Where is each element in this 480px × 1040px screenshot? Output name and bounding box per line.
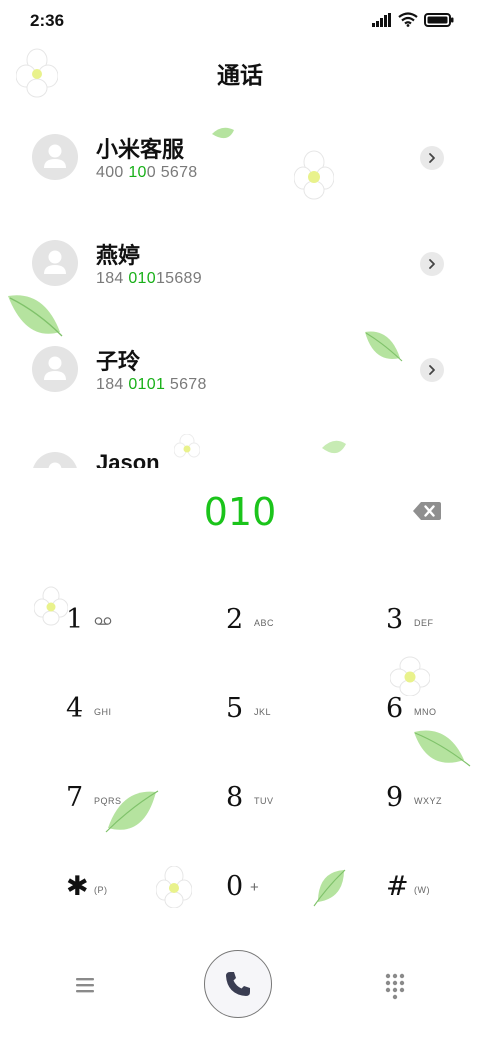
chevron-right-icon (429, 259, 435, 269)
contact-detail-button[interactable] (420, 252, 444, 276)
key-letters: PQRS (94, 796, 122, 806)
dial-display: 010 (0, 486, 480, 546)
key-digit: 9 (386, 782, 404, 813)
key-9[interactable]: 9 WXYZ (320, 754, 480, 843)
number-segment: 5678 (165, 376, 207, 393)
key-letters: WXYZ (414, 796, 442, 806)
key-letters: (P) (94, 885, 108, 895)
keypad: 1 2 ABC 3 DEF 4 GHI 5 JKL 6 MNO 7 PQRS 8 TUV 9 WXYZ ✱ (P) 0… (0, 576, 480, 932)
contact-list: 小米客服 400 100 5678 燕婷 184 01015689 子玲 184 0101… (0, 108, 480, 468)
key-5[interactable]: 5 JKL (160, 665, 320, 754)
key-digit: # (386, 871, 409, 902)
contact-detail-button[interactable] (420, 146, 444, 170)
key-letters: + (250, 879, 260, 896)
person-icon (44, 356, 66, 380)
key-3[interactable]: 3 DEF (320, 576, 480, 665)
key-1[interactable]: 1 (0, 576, 160, 665)
avatar (32, 452, 78, 468)
number-segment: 15689 (155, 270, 202, 287)
wifi-icon (398, 12, 418, 27)
contact-row[interactable]: Jason (0, 426, 480, 468)
key-letters: ABC (254, 618, 275, 628)
key-digit: 2 (226, 604, 244, 635)
backspace-button[interactable] (412, 500, 442, 522)
key-digit: 8 (226, 782, 244, 813)
bottom-bar (0, 946, 480, 1040)
avatar (32, 346, 78, 392)
key-4[interactable]: 4 GHI (0, 665, 160, 754)
dialpad-icon (385, 973, 405, 1000)
key-6[interactable]: 6 MNO (320, 665, 480, 754)
key-digit: ✱ (66, 871, 89, 902)
key-star[interactable]: ✱ (P) (0, 843, 160, 932)
key-digit: 3 (386, 604, 404, 635)
contact-name: 子玲 (96, 349, 141, 374)
key-letters: (W) (414, 885, 430, 895)
chevron-right-icon (429, 153, 435, 163)
key-digit: 7 (66, 782, 84, 813)
call-button[interactable] (204, 950, 272, 1018)
key-digit: 4 (66, 693, 84, 724)
key-letters: TUV (254, 796, 274, 806)
key-hash[interactable]: # (W) (320, 843, 480, 932)
avatar (32, 134, 78, 180)
key-digit: 5 (226, 693, 244, 724)
key-digit: 0 (226, 871, 244, 902)
person-icon (48, 462, 62, 468)
number-segment: 184 (96, 376, 129, 393)
contact-row[interactable]: 子玲 184 0101 5678 (0, 320, 480, 426)
avatar (32, 240, 78, 286)
key-digit: 1 (66, 604, 84, 635)
page-title: 通话 (217, 62, 263, 88)
contact-number: 400 100 5678 (96, 164, 198, 182)
status-time: 2:36 (30, 11, 65, 30)
number-segment: 400 (96, 164, 124, 181)
key-letters: GHI (94, 707, 112, 717)
contact-number: 184 01015689 (96, 270, 202, 288)
key-8[interactable]: 8 TUV (160, 754, 320, 843)
person-icon (44, 144, 66, 168)
phone-icon (226, 972, 250, 996)
person-icon (44, 250, 66, 274)
number-match-highlight: 0101 (128, 376, 166, 393)
contact-row[interactable]: 燕婷 184 01015689 (0, 214, 480, 320)
status-bar: 2:36 (0, 0, 480, 44)
header: 通话 (0, 44, 480, 100)
backspace-icon (413, 502, 441, 520)
contact-number: 184 0101 5678 (96, 376, 207, 394)
contact-detail-button[interactable] (420, 358, 444, 382)
menu-icon (76, 978, 94, 993)
dialpad-toggle-button[interactable] (384, 972, 406, 1000)
contact-name: Jason (96, 450, 160, 468)
key-0[interactable]: 0 + (160, 843, 320, 932)
chevron-right-icon (429, 365, 435, 375)
contact-name: 燕婷 (96, 243, 141, 268)
dialed-number: 010 (203, 490, 277, 534)
number-match-highlight: 10 (128, 164, 147, 181)
voicemail-icon (94, 617, 112, 625)
number-segment: 0 5678 (146, 164, 198, 181)
number-match-highlight: 010 (128, 270, 156, 287)
menu-button[interactable] (72, 974, 98, 996)
contact-row[interactable]: 小米客服 400 100 5678 (0, 108, 480, 214)
key-2[interactable]: 2 ABC (160, 576, 320, 665)
key-digit: 6 (386, 693, 404, 724)
key-letters: MNO (414, 707, 437, 717)
signal-icon (372, 12, 391, 27)
key-letters: JKL (254, 707, 272, 717)
status-icons (372, 12, 454, 27)
battery-icon (424, 12, 454, 27)
key-letters: DEF (414, 618, 434, 628)
contact-name: 小米客服 (96, 137, 185, 162)
key-7[interactable]: 7 PQRS (0, 754, 160, 843)
number-segment: 184 (96, 270, 129, 287)
